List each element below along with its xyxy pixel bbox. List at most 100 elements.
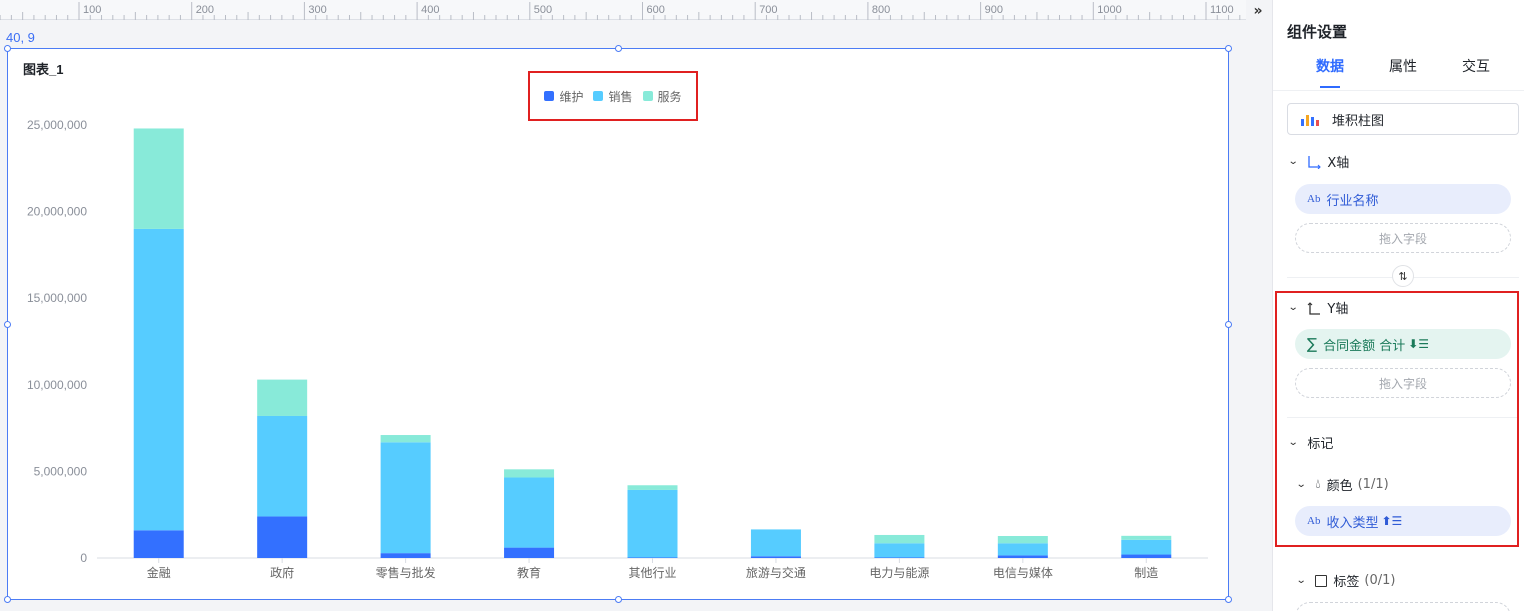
tag-icon [1315, 574, 1328, 587]
y-tick-label: 10,000,000 [27, 378, 87, 392]
panel-title: 组件设置 [1287, 23, 1348, 41]
resize-handle-bottom[interactable] [615, 596, 622, 603]
bar-segment[interactable] [380, 442, 431, 554]
divider [1273, 90, 1524, 91]
chart-type-label: 堆积柱图 [1332, 113, 1385, 129]
ruler-label: 100 [83, 4, 101, 16]
bar-segment[interactable] [627, 489, 678, 558]
chevron-down-icon: ⌄ [1287, 156, 1299, 167]
resize-handle-bottom-left[interactable] [4, 596, 11, 603]
bar-segment[interactable] [504, 547, 555, 558]
ruler-label: 600 [647, 4, 665, 16]
bar-segment[interactable] [257, 379, 308, 416]
chart-legend: 维护 销售 服务 [528, 71, 698, 121]
bar-segment[interactable] [1121, 539, 1172, 555]
resize-handle-top-left[interactable] [4, 45, 11, 52]
bar-segment[interactable] [997, 536, 1048, 544]
horizontal-ruler: 100 200 300 400 500 600 700 800 900 1000 1100 [0, 0, 1246, 20]
bar-segment[interactable] [874, 557, 925, 558]
legend-item-maintenance[interactable]: 维护 [544, 88, 583, 105]
swap-icon: ⇅ [1398, 269, 1408, 283]
active-tab-indicator [1320, 86, 1340, 88]
ruler-label: 200 [196, 4, 214, 16]
y-tick-label: 5,000,000 [34, 464, 88, 478]
x-axis-drop-zone[interactable]: 拖入字段 [1295, 223, 1511, 253]
x-tick-label: 政府 [270, 565, 294, 580]
ruler-label: 800 [872, 4, 890, 16]
bar-segment[interactable] [750, 529, 801, 557]
resize-handle-top[interactable] [615, 45, 622, 52]
y-tick-label: 0 [80, 551, 87, 565]
text-type-icon: Ab [1307, 193, 1321, 205]
resize-handle-left[interactable] [4, 321, 11, 328]
bar-segment[interactable] [380, 435, 431, 443]
legend-item-service[interactable]: 服务 [642, 88, 682, 105]
ruler-label: 1000 [1097, 4, 1121, 16]
tag-drop-zone[interactable] [1295, 602, 1511, 611]
chart-plot: 0 5,000,000 10,000,000 15,000,000 20,000,000… [27, 118, 1208, 580]
y-tick-label: 20,000,000 [27, 205, 87, 219]
y-tick-label: 25,000,000 [27, 118, 87, 132]
ruler-ticks: 100 200 300 400 500 600 700 800 900 1000 1100 [0, 2, 1241, 20]
tag-section-header[interactable]: ⌄ 标签 (0/1) [1295, 571, 1396, 590]
x-axis-field-pill[interactable]: Ab 行业名称 [1295, 184, 1511, 214]
bar-segment[interactable] [133, 530, 184, 558]
chart-component[interactable]: 0 5,000,000 10,000,000 15,000,000 20,000,000… [4, 45, 1232, 603]
x-tick-label: 电力与能源 [869, 566, 929, 580]
tab-interaction[interactable]: 交互 [1462, 56, 1490, 76]
bar-segment[interactable] [997, 543, 1048, 556]
bar-segment[interactable] [380, 553, 431, 558]
legend-swatch [642, 91, 653, 101]
legend-item-sales[interactable]: 销售 [593, 88, 633, 105]
coordinate-readout: 40, 9 [6, 30, 35, 45]
bar-segment[interactable] [133, 228, 184, 531]
settings-panel: 组件设置 数据 属性 交互 堆积柱图 ⌄ X轴 Ab 行业名称 拖入字段 ⇅ ⌄ [1272, 0, 1524, 611]
legend-swatch [593, 91, 604, 101]
bar-segment[interactable] [627, 485, 678, 490]
tab-data[interactable]: 数据 [1316, 56, 1344, 76]
bar-segment[interactable] [997, 555, 1048, 558]
ruler-label: 1100 [1210, 4, 1234, 16]
bar-segment[interactable] [874, 543, 925, 558]
x-tick-label: 教育 [517, 565, 541, 580]
tag-label: 标签 [1333, 575, 1360, 590]
x-tick-label: 旅游与交通 [746, 565, 806, 580]
bar-segment[interactable] [257, 415, 308, 517]
x-axis-field-label: 行业名称 [1326, 193, 1379, 209]
chart-title: 图表_1 [23, 62, 64, 77]
legend-label: 销售 [608, 89, 633, 104]
resize-handle-right[interactable] [1225, 321, 1232, 328]
chevron-down-icon: ⌄ [1295, 575, 1307, 586]
y-tick-label: 15,000,000 [27, 291, 87, 305]
legend-label: 服务 [657, 89, 682, 104]
ruler-label: 700 [759, 4, 777, 16]
x-axis-label: X轴 [1327, 156, 1350, 171]
bar-segment[interactable] [504, 477, 555, 548]
x-axis-section-header[interactable]: ⌄ X轴 [1287, 152, 1350, 171]
tab-properties[interactable]: 属性 [1389, 56, 1417, 76]
canvas-area[interactable]: 100 200 300 400 500 600 700 800 900 1000 1100 » 40… [0, 0, 1272, 611]
bar-segment[interactable] [1121, 535, 1172, 540]
ruler-label: 400 [421, 4, 439, 16]
ruler-label: 300 [308, 4, 326, 16]
ruler-label: 500 [534, 4, 552, 16]
bar-segment[interactable] [1121, 554, 1172, 558]
chart-type-select[interactable]: 堆积柱图 [1287, 103, 1519, 135]
y-axis-highlight-box [1275, 291, 1519, 547]
bar-segment[interactable] [750, 556, 801, 558]
double-chevron-right-icon[interactable]: » [1248, 2, 1268, 20]
x-tick-label: 其他行业 [628, 566, 676, 580]
bar-segment[interactable] [257, 516, 308, 558]
x-tick-label: 电信与媒体 [993, 566, 1053, 580]
bar-segment[interactable] [627, 557, 678, 558]
bar-segment[interactable] [133, 128, 184, 229]
swap-axes-button[interactable]: ⇅ [1392, 265, 1414, 287]
bar-segment[interactable] [504, 469, 555, 478]
resize-handle-top-right[interactable] [1225, 45, 1232, 52]
x-tick-label: 零售与批发 [376, 565, 436, 580]
legend-label: 维护 [559, 89, 584, 104]
bar-segment[interactable] [874, 534, 925, 544]
ruler-label: 900 [985, 4, 1003, 16]
resize-handle-bottom-right[interactable] [1225, 596, 1232, 603]
x-axis-icon [1308, 155, 1322, 169]
